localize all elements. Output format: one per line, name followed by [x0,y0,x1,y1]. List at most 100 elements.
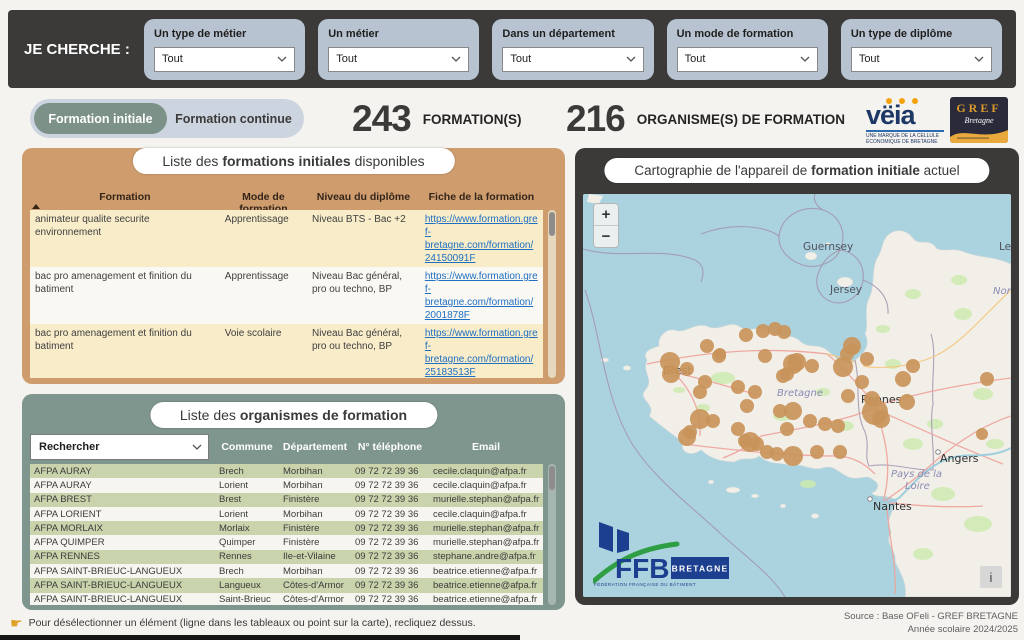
map-point[interactable] [805,359,819,373]
map-point[interactable] [841,389,855,403]
filter-dropdown[interactable]: Tout [502,47,643,72]
map-point[interactable] [780,367,794,381]
map-point[interactable] [770,447,784,461]
organismes-panel: Liste des organismes de formation Commun… [22,394,565,610]
tab[interactable]: Formation continue [167,103,300,134]
tab[interactable]: Formation initiale [34,103,167,134]
formation-link[interactable]: https://www.formation.gref-bretagne.com/… [425,214,538,264]
map-point[interactable] [895,371,911,387]
map-point[interactable] [872,410,890,428]
map-point[interactable] [731,422,745,436]
formation-fiche-cell: https://www.formation.gref-bretagne.com/… [420,210,543,267]
map-point[interactable] [980,372,994,386]
map-point[interactable] [748,385,762,399]
column-header-commune[interactable]: Commune [215,441,279,453]
column-header-telephone[interactable]: N° téléphone [351,441,429,453]
map-info-button[interactable]: i [980,566,1002,588]
organisme-row[interactable]: AFPA MORLAIX Morlaix Finistère 09 72 72 … [30,521,543,535]
map-point[interactable] [855,375,869,389]
organisme-email-cell: beatrice.etienne@afpa.fr [429,566,543,577]
map-point[interactable] [740,399,754,413]
map-point[interactable] [693,385,707,399]
map-point[interactable] [714,348,726,360]
organisme-row[interactable]: AFPA SAINT-BRIEUC-LANGUEUX Langueux Côte… [30,578,543,592]
formation-mode-cell: Apprentissage [220,267,307,324]
organisme-row[interactable]: AFPA SAINT-BRIEUC-LANGUEUX Brech Morbiha… [30,564,543,578]
map-point[interactable] [680,362,694,376]
map-point[interactable] [833,445,847,459]
ffb-logo-shape [617,529,629,553]
map-point[interactable] [756,324,770,338]
formations-scrollbar-thumb[interactable] [549,212,555,236]
organisme-email-cell: murielle.stephan@afpa.fr [429,537,543,548]
organisme-commune-cell: Brech [215,566,279,577]
map-point[interactable] [818,417,832,431]
filter-dropdown[interactable]: Tout [328,47,469,72]
formation-niveau-cell: Niveau Bac général, pro ou techno, BP [307,324,420,378]
formation-row[interactable]: animateur qualite securite environnement… [30,210,543,267]
filter-dropdown[interactable]: Tout [677,47,818,72]
column-header-email[interactable]: Email [429,441,543,453]
map-point[interactable] [847,343,859,355]
organisme-nom-cell: AFPA SAINT-BRIEUC-LANGUEUX [30,580,215,591]
map-point[interactable] [773,404,787,418]
formation-row[interactable]: bac pro amenagement et finition du batim… [30,324,543,378]
map-point[interactable] [777,325,791,339]
organisme-nom-cell: AFPA AURAY [30,480,215,491]
organisme-row[interactable]: AFPA AURAY Brech Morbihan 09 72 72 39 36… [30,464,543,478]
map-point[interactable] [810,445,824,459]
map-point[interactable] [739,328,753,342]
organisme-row[interactable]: AFPA BREST Brest Finistère 09 72 72 39 3… [30,493,543,507]
map-canvas[interactable]: GuernseyJerseyBrestBretagneRennesNantesA… [583,194,1011,597]
organismes-search-input[interactable] [37,440,192,454]
filter-label: Un métier [328,28,469,40]
formation-link[interactable]: https://www.formation.gref-bretagne.com/… [425,271,538,321]
map-point[interactable] [831,419,845,433]
map-point[interactable] [662,365,680,383]
organisme-email-cell: cecile.claquin@afpa.fr [429,509,543,520]
map-point[interactable] [780,422,794,436]
formation-row[interactable]: bac pro amenagement et finition du batim… [30,267,543,324]
organismes-scrollbar[interactable] [548,464,556,605]
formations-table: animateur qualite securite environnement… [30,210,543,378]
ffb-acronym: FFB [615,553,669,584]
filter-value: Tout [510,53,531,65]
organisme-row[interactable]: AFPA AURAY Lorient Morbihan 09 72 72 39 … [30,478,543,492]
column-header-departement[interactable]: Département [279,441,351,453]
map-point[interactable] [706,414,720,428]
map-point[interactable] [731,380,745,394]
map-point[interactable] [700,339,714,353]
organisme-departement-cell: Ile-et-Vilaine [279,551,351,562]
formations-panel: Liste des formations initiales disponibl… [22,148,565,384]
organismes-search-box[interactable] [30,434,209,460]
organismes-scrollbar-thumb[interactable] [549,466,555,490]
map-point[interactable] [899,394,915,410]
filter-dropdown[interactable]: Tout [851,47,992,72]
ffb-logo-shape [599,522,613,552]
map-point[interactable] [976,428,988,440]
zoom-out-button[interactable]: − [594,225,618,247]
map-point[interactable] [758,349,772,363]
map-point[interactable] [783,446,803,466]
map-point[interactable] [740,432,760,452]
organisme-row[interactable]: AFPA RENNES Rennes Ile-et-Vilaine 09 72 … [30,550,543,564]
organisme-row[interactable]: AFPA LORIENT Lorient Morbihan 09 72 72 3… [30,507,543,521]
zoom-in-button[interactable]: + [594,204,618,225]
ffb-subtitle: FÉDÉRATION FRANÇAISE DU BÂTIMENT [594,581,696,587]
organisme-row[interactable]: AFPA QUIMPER Quimper Finistère 09 72 72 … [30,535,543,549]
organisme-departement-cell: Morbihan [279,566,351,577]
filter-label: Un type de diplôme [851,28,992,40]
formations-title: Liste des formations initiales disponibl… [132,148,454,174]
organisme-departement-cell: Côtes-d'Armor [279,594,351,605]
map-point[interactable] [906,359,920,373]
filter-dropdown[interactable]: Tout [154,47,295,72]
map-point[interactable] [803,414,817,428]
gref-logo-wave [950,125,1008,143]
organisme-row[interactable]: AFPA SAINT-BRIEUC-LANGUEUX Saint-Brieuc … [30,593,543,605]
organisme-departement-cell: Finistère [279,494,351,505]
map-point[interactable] [678,428,696,446]
filter-card: Un type de métier Tout [144,19,305,80]
formation-link[interactable]: https://www.formation.gref-bretagne.com/… [425,328,538,378]
formations-scrollbar[interactable] [548,210,556,378]
map-point[interactable] [860,352,874,366]
